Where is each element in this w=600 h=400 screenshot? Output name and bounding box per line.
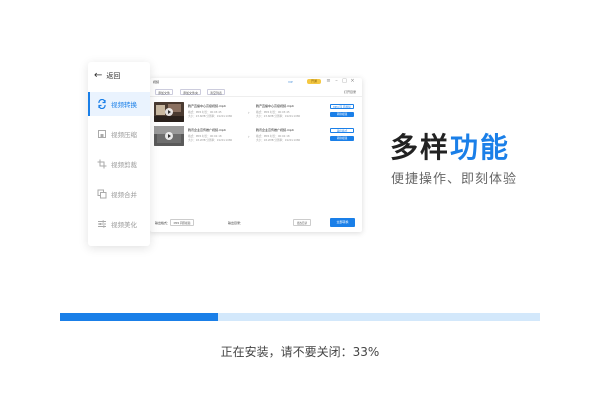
sidebar-item-label: 视频剪裁 (111, 161, 137, 169)
merge-icon (97, 189, 107, 199)
back-label: 返回 (106, 72, 121, 80)
video-thumbnail[interactable] (154, 102, 184, 122)
output-format-button[interactable]: MP4 同 原视频 (330, 104, 354, 109)
sidebar-item-label: 视频转换 (111, 101, 137, 109)
crop-icon (97, 159, 107, 169)
add-folder-button[interactable]: 添加文件夹 (180, 89, 202, 95)
arrow-right-icon: › (248, 134, 250, 139)
open-folder-button[interactable]: 打开目录 (344, 89, 356, 95)
output-format-label: 输出格式： (155, 221, 171, 225)
preview-toolbar: 添加文件 添加文件夹 清空列表 打开目录 (150, 88, 362, 97)
source-file-meta: 大小：23.6MB 分辨率：1920×1080 (188, 115, 233, 118)
convert-icon (97, 99, 107, 109)
video-thumbnail[interactable] (154, 126, 184, 146)
source-file-meta: 大小：18.2MB 分辨率：1920×1080 (188, 139, 233, 142)
play-icon (165, 108, 173, 116)
beautify-icon (97, 219, 107, 229)
file-row: 腾产直播中心高级视频.mp4 格式：MP4 时长：00:03:45 大小：23.… (154, 102, 358, 126)
output-format-select[interactable]: MP4 同原视频 (170, 219, 194, 226)
change-dir-button[interactable]: 更改目录 (293, 219, 311, 226)
feature-subline: 便捷操作、即刻体验 (391, 172, 518, 187)
menu-icon[interactable]: ≡ (326, 79, 331, 84)
sidebar-item-compress[interactable]: 视频压缩 (88, 122, 150, 146)
headline-part-blue: 功能 (450, 131, 511, 164)
sidebar-item-label: 视频压缩 (111, 131, 137, 139)
app-title: 视频 (153, 80, 160, 84)
output-format-button[interactable]: 输出格式 (330, 128, 354, 133)
source-file-name: 腾讯企业宣传推广视频.mp4 (188, 128, 226, 132)
install-status-text: 正在安装，请不要关闭：33% (220, 345, 380, 359)
sidebar-item-label: 视频合并 (111, 191, 137, 199)
clear-list-button[interactable]: 清空列表 (207, 89, 226, 95)
sidebar-item-beautify[interactable]: 视频美化 (88, 212, 150, 236)
app-titlebar: 视频 VIP 开通 ≡ – □ × (150, 78, 362, 87)
sidebar-item-crop[interactable]: 视频剪裁 (88, 152, 150, 176)
sidebar-item-merge[interactable]: 视频合并 (88, 182, 150, 206)
compress-icon (97, 129, 107, 139)
output-file-meta: 大小：18.2MB 分辨率：1920×1080 (256, 139, 301, 142)
output-file-meta: 大小：23.6MB 分辨率：1920×1080 (256, 115, 301, 118)
output-file-name: 腾产直播中心高级视频.mp4 (256, 104, 294, 108)
install-progress-track (60, 313, 540, 321)
open-vip-button[interactable]: 开通 (307, 79, 321, 84)
headline-part-dark: 多样 (390, 131, 451, 164)
sidebar-item-label: 视频美化 (111, 221, 137, 229)
feature-headline: 多样功能 (390, 126, 510, 166)
add-file-button[interactable]: 添加文件 (155, 89, 174, 95)
convert-video-button[interactable]: 转换视频 (330, 136, 354, 141)
source-file-name: 腾产直播中心高级视频.mp4 (188, 104, 226, 108)
back-button[interactable]: ← 返回 (94, 70, 120, 82)
play-icon (165, 132, 173, 140)
app-preview-window: 视频 VIP 开通 ≡ – □ × 添加文件 添加文件夹 清空列表 打开目录 腾… (150, 78, 362, 232)
arrow-right-icon: › (248, 110, 250, 115)
output-dir-label: 输出目录： (228, 221, 244, 225)
close-icon[interactable]: × (350, 79, 355, 84)
sidebar-item-convert[interactable]: 视频转换 (88, 92, 150, 116)
file-row: 腾讯企业宣传推广视频.mp4 格式：MP4 时长：00:02:18 大小：18.… (154, 126, 358, 150)
maximize-icon[interactable]: □ (342, 79, 347, 84)
convert-all-button[interactable]: 全部转换 (330, 218, 355, 227)
vip-badge: VIP (288, 80, 293, 84)
minimize-icon[interactable]: – (334, 79, 339, 84)
feature-sidebar: ← 返回 视频转换 视频压缩 视频剪裁 视频合并 视频美化 (88, 62, 150, 246)
convert-video-button[interactable]: 转换视频 (330, 112, 354, 117)
install-progress-fill (60, 313, 219, 321)
output-file-name: 腾讯企业宣传推广视频.mp4 (256, 128, 294, 132)
preview-footer: 输出格式： MP4 同原视频 输出目录： 更改目录 全部转换 (150, 217, 362, 231)
back-arrow-icon: ← (94, 70, 103, 81)
